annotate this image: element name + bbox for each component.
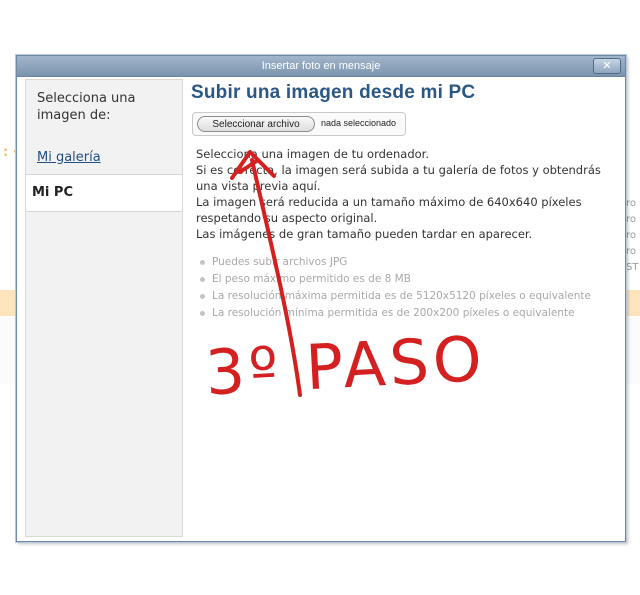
page-title: Subir una imagen desde mi PC xyxy=(191,82,476,103)
background-fragment: ro xyxy=(626,198,637,209)
source-sidebar: Selecciona una imagen de: Mi galería Mi … xyxy=(25,79,183,537)
sidebar-item-mi-galeria[interactable]: Mi galería xyxy=(37,150,101,165)
description-line: Selecciona una imagen de tu ordenador. xyxy=(196,147,429,161)
upload-description: Selecciona una imagen de tu ordenador. S… xyxy=(196,146,611,242)
background-fragment: ro xyxy=(626,214,637,225)
rule-item: El peso máximo permitido es de 8 MB xyxy=(196,271,611,288)
upload-rules-list: Puedes subir archivos JPG El peso máximo… xyxy=(196,254,611,322)
insert-photo-dialog: Insertar foto en mensaje ✕ Selecciona un… xyxy=(16,55,626,542)
sidebar-item-mi-pc[interactable]: Mi PC xyxy=(26,175,182,212)
close-button[interactable]: ✕ xyxy=(593,58,621,74)
file-input[interactable]: Seleccionar archivo nada seleccionado xyxy=(191,112,611,138)
background-right-text: ro ro ro ro ST xyxy=(626,196,638,276)
sidebar-prompt: Selecciona una imagen de: xyxy=(37,91,136,123)
background-fragment: ro xyxy=(626,230,637,241)
dialog-title: Insertar foto en mensaje xyxy=(261,60,381,72)
background-fragment: ro xyxy=(626,246,637,257)
background-fragment: ST xyxy=(626,262,639,273)
description-line: Las imágenes de gran tamaño pueden tarda… xyxy=(196,227,533,241)
sidebar-item-label: Mi PC xyxy=(32,185,73,200)
select-file-button[interactable]: Seleccionar archivo xyxy=(197,116,315,132)
dialog-titlebar[interactable]: Insertar foto en mensaje ✕ xyxy=(17,56,625,77)
upload-panel: Subir una imagen desde mi PC Seleccionar… xyxy=(191,82,611,322)
description-line: Si es correcta, la imagen será subida a … xyxy=(196,163,601,193)
file-status: nada seleccionado xyxy=(321,118,397,128)
rule-item: La resolución mínima permitida es de 200… xyxy=(196,305,611,322)
rule-item: La resolución máxima permitida es de 512… xyxy=(196,288,611,305)
rule-item: Puedes subir archivos JPG xyxy=(196,254,611,271)
description-line: La imagen será reducida a un tamaño máxi… xyxy=(196,195,582,225)
file-input-frame[interactable]: Seleccionar archivo nada seleccionado xyxy=(192,112,406,136)
close-icon: ✕ xyxy=(602,59,612,72)
